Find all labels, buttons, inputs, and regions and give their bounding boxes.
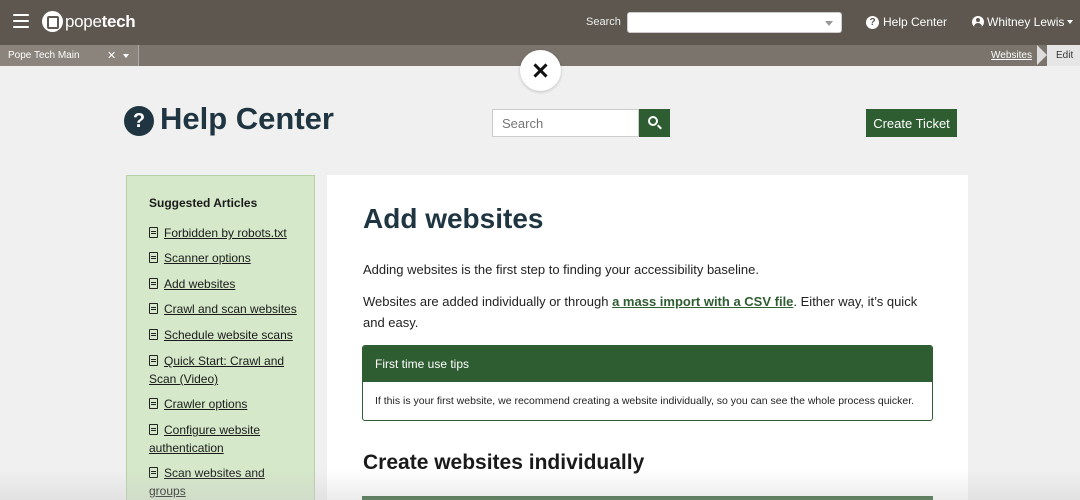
document-icon [149,398,158,409]
article-link[interactable]: Crawl and scan websites [164,302,297,316]
clear-organization-icon[interactable]: ✕ [107,49,116,62]
breadcrumb-websites[interactable]: Websites [991,50,1032,61]
article-link[interactable]: Configure website authentication [149,423,260,455]
chevron-down-icon[interactable] [123,54,129,58]
list-item: Schedule website scans [149,326,299,344]
list-item: Crawler options [149,395,299,413]
article-link[interactable]: Crawler options [164,397,247,411]
list-item: Add websites [149,275,299,293]
article-link[interactable]: Add websites [164,277,235,291]
article-link[interactable]: Scanner options [164,251,251,265]
list-item: Configure website authentication [149,421,299,457]
first-time-tips-card: First time use tips If this is your firs… [362,345,933,421]
organization-name: Pope Tech Main [8,50,80,61]
document-icon [149,424,158,435]
list-item: Scan websites and groups [149,464,299,500]
tips-card-title: First time use tips [363,346,932,382]
article-paragraph: Websites are added individually or throu… [363,291,923,333]
user-menu[interactable]: Whitney Lewis [972,15,1074,29]
help-search-button[interactable] [639,109,670,137]
top-search-select[interactable] [627,12,842,33]
close-help-button[interactable] [520,50,561,91]
tips-card-body: If this is your first website, we recomm… [375,395,915,407]
help-search-input[interactable] [492,109,639,137]
suggested-articles-heading: Suggested Articles [149,196,258,210]
document-icon [149,303,158,314]
user-icon [972,16,984,28]
organization-select[interactable]: Pope Tech Main ✕ [0,45,139,66]
csv-import-link[interactable]: a mass import with a CSV file [612,294,793,309]
list-item: Crawl and scan websites [149,300,309,318]
article-title: Add websites [363,203,544,234]
article-link[interactable]: Quick Start: Crawl and Scan (Video) [149,354,284,386]
next-card-header [362,496,933,500]
list-item: Scanner options [149,249,299,267]
top-search-label: Search [586,16,621,28]
help-center-title: Help Center [160,101,334,136]
document-icon [149,467,158,478]
help-center-icon: ? [124,106,154,136]
create-ticket-button[interactable]: Create Ticket [866,109,957,137]
suggested-articles-sidebar: Suggested Articles Forbidden by robots.t… [126,175,315,500]
paragraph-text: Websites are added individually or throu… [363,294,613,309]
article-link[interactable]: Forbidden by robots.txt [164,226,287,240]
article-link[interactable]: Scan websites and groups [149,466,265,498]
chevron-down-icon [825,21,833,26]
popetech-logo[interactable]: popetech [42,11,136,32]
list-item: Forbidden by robots.txt [149,224,299,242]
article-intro: Adding websites is the first step to fin… [363,262,759,277]
breadcrumb-current: Edit [1047,45,1080,66]
document-icon [149,355,158,366]
logo-text-bold: tech [101,11,136,31]
document-icon [149,278,158,289]
list-item: Quick Start: Crawl and Scan (Video) [149,352,299,388]
caret-down-icon [1067,20,1074,24]
help-center-link[interactable]: ? Help Center [866,15,947,29]
article-panel: Add websites Adding websites is the firs… [327,175,968,500]
document-icon [149,227,158,238]
help-center-label: Help Center [883,15,948,29]
document-icon [149,329,158,340]
breadcrumb-arrow-icon [1037,45,1047,65]
search-icon [648,116,658,126]
document-icon [149,252,158,263]
hamburger-menu-icon[interactable] [13,14,29,28]
popetech-logo-icon [42,11,63,32]
user-name: Whitney Lewis [987,15,1065,29]
section-heading: Create websites individually [363,451,645,474]
top-navbar: popetech Search ? Help Center Whitney Le… [0,0,1080,45]
article-link[interactable]: Schedule website scans [164,328,293,342]
question-circle-icon: ? [866,15,879,29]
logo-text-light: pope [65,11,102,31]
